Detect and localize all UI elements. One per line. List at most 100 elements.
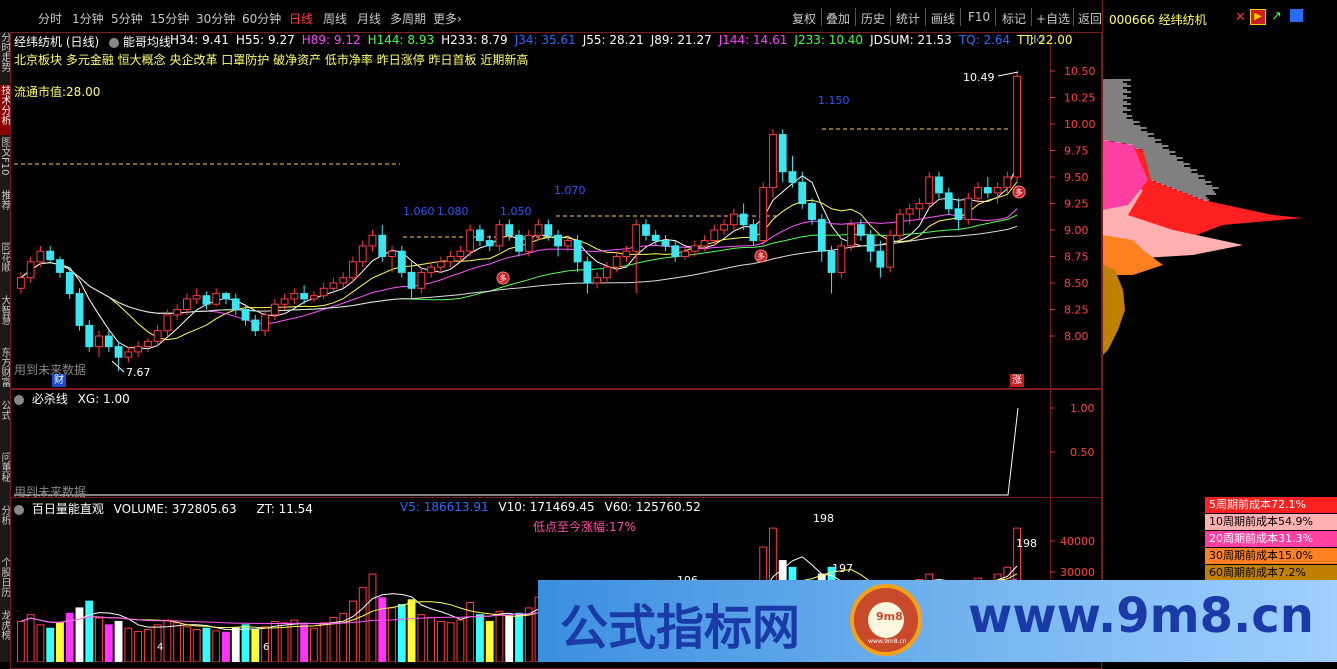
price-annotation: 7.67 xyxy=(126,366,151,379)
candle-body xyxy=(524,234,533,252)
volume-bar xyxy=(134,631,143,662)
candle-body xyxy=(26,261,35,279)
indicator-value: J55: 28.21 xyxy=(582,33,644,47)
volume-bar xyxy=(515,612,523,662)
candle-body xyxy=(192,295,201,300)
candle-body xyxy=(593,277,602,284)
ma-line xyxy=(20,214,1018,314)
y-tick-label: 9.50 xyxy=(1064,171,1089,184)
candle-body xyxy=(983,187,992,194)
candle-body xyxy=(241,309,250,321)
indicator-more[interactable]: JI◇ xyxy=(1030,33,1045,46)
candle-body xyxy=(16,277,25,289)
concept-tags: 北京板块 多元金融 恒大概念 央企改革 口罩防护 破净资产 低市净率 昨日涨停 … xyxy=(14,53,529,67)
stock-name: 经纬纺机 xyxy=(1158,13,1207,27)
indicator-name[interactable]: 能哥均线 xyxy=(123,35,171,49)
candle-body xyxy=(749,224,758,242)
chart-icon[interactable]: ↗ xyxy=(1271,9,1282,24)
v10-value: V10: 171469.45 xyxy=(498,500,595,514)
dropdown-icon[interactable] xyxy=(14,504,24,515)
volume-value: VOLUME: 372805.63 xyxy=(113,502,237,516)
sub2-header: 百日量能直观 VOLUME: 372805.63 ZT: 11.54 xyxy=(14,500,313,517)
volume-bar xyxy=(358,587,367,662)
candle-body xyxy=(143,340,152,348)
candle-body xyxy=(563,240,572,247)
volume-bar xyxy=(56,622,64,662)
volume-bar xyxy=(114,620,123,662)
candle-body xyxy=(378,234,387,258)
volume-bar xyxy=(446,622,455,662)
candle-body xyxy=(1013,75,1022,178)
volume-bar xyxy=(378,597,387,662)
volume-bar xyxy=(427,616,436,662)
candle-body xyxy=(671,245,680,257)
volume-bar xyxy=(75,607,84,662)
float-cap: 流通市值:28.00 xyxy=(14,85,101,99)
diamond-icon: ◇ xyxy=(1036,33,1045,46)
indicator-value: H144: 8.93 xyxy=(367,33,435,47)
candle-body xyxy=(681,250,689,257)
candle-body xyxy=(436,261,445,268)
y-tick-label: 8.00 xyxy=(1064,330,1089,343)
candle-body xyxy=(788,171,797,183)
candle-body xyxy=(827,250,836,273)
candle-body xyxy=(622,250,631,257)
sub1-title[interactable]: 必杀线 xyxy=(32,392,68,406)
candle-body xyxy=(46,250,55,261)
candle-body xyxy=(65,271,74,295)
kline-chart[interactable]: 10.50 10.25 10.00 9.75 9.50 9.25 9.00 8.75 8.50 8… xyxy=(0,0,1100,662)
volume-bar xyxy=(183,626,191,662)
grid-icon[interactable] xyxy=(1290,9,1303,22)
panel-title: 经纬纺机 (日线) 能哥均线 xyxy=(14,33,171,50)
candle-body xyxy=(935,176,943,194)
candle-body xyxy=(778,134,787,173)
y-tick-label: 8.25 xyxy=(1064,304,1089,317)
volume-bar xyxy=(485,620,494,662)
zt-value: ZT: 11.54 xyxy=(256,502,313,516)
candle-body xyxy=(876,250,885,268)
dropdown-icon[interactable] xyxy=(109,37,120,48)
cai-badge[interactable]: 财 xyxy=(52,374,66,387)
volume-bar xyxy=(241,624,250,662)
candle-body xyxy=(222,293,230,300)
candle-body xyxy=(290,293,299,300)
candle-body xyxy=(309,295,318,300)
candle-body xyxy=(651,234,660,242)
volume-bar xyxy=(36,624,45,662)
dropdown-icon[interactable] xyxy=(14,394,24,405)
candle-body xyxy=(427,266,436,273)
volume-bar xyxy=(309,627,318,662)
y-tick-label: 10.50 xyxy=(1064,65,1096,78)
volume-bar xyxy=(417,614,426,662)
candle-body xyxy=(720,224,729,231)
future-data-note: 用到未来数据 xyxy=(14,363,87,377)
volume-bar xyxy=(368,573,377,662)
watermark-banner: 公式指标网 9m8 www.9m8.cn www.9m8.cn xyxy=(538,580,1337,662)
annotation-arrow xyxy=(111,360,125,373)
y-tick-label: 9.00 xyxy=(1064,224,1089,237)
volume-bar xyxy=(143,629,152,662)
sub2-title[interactable]: 百日量能直观 xyxy=(32,502,104,516)
chip-area-60 xyxy=(1103,265,1125,355)
flag-icon[interactable]: ▶ xyxy=(1250,9,1266,25)
volume-bar xyxy=(26,614,35,662)
volume-bar xyxy=(124,627,133,662)
volume-bar xyxy=(16,620,25,662)
volume-bar xyxy=(505,615,514,662)
volume-bar xyxy=(495,610,504,662)
y-tick-label: 8.75 xyxy=(1064,251,1089,264)
y-tick-label: 0.50 xyxy=(1070,446,1095,459)
y-tick-label: 40000 xyxy=(1060,535,1095,548)
candle-body xyxy=(710,229,719,242)
right-panel: 000666 经纬纺机 ✕ ▶ ↗ 5周期前成本72.1% 10周期前成本54.9… xyxy=(1102,0,1337,662)
candle-body xyxy=(534,224,543,236)
zhang-badge[interactable]: 涨 xyxy=(1010,374,1024,387)
v5-value: V5: 186613.91 xyxy=(400,500,489,514)
candle-body xyxy=(729,213,738,226)
candle-body xyxy=(583,261,592,284)
buy-badge-label: 多 xyxy=(1015,187,1023,197)
volume-bar xyxy=(222,631,230,662)
volume-bar xyxy=(319,622,328,662)
close-icon[interactable]: ✕ xyxy=(1235,10,1246,25)
candle-body xyxy=(505,224,514,236)
